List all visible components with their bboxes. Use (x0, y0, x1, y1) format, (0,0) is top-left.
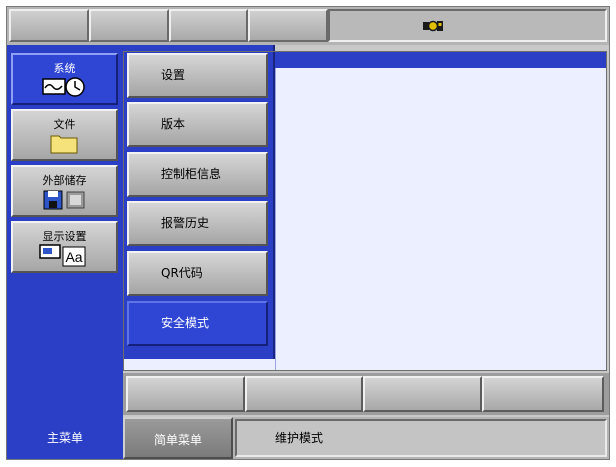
content-area-lower (123, 359, 275, 370)
main-menu-item-file[interactable]: 文件 (11, 109, 118, 161)
main-menu-item-external-storage[interactable]: 外部储存 (11, 165, 118, 217)
top-tab-3[interactable] (169, 9, 248, 42)
top-tab-1[interactable] (9, 9, 89, 42)
robot-status-icon (423, 20, 443, 32)
content-title-bar (275, 51, 606, 68)
main-menu-item-display-settings[interactable]: 显示设置 Aa (11, 221, 118, 273)
folder-icon (50, 135, 78, 154)
external-storage-icon (43, 190, 85, 210)
simple-menu-button[interactable]: 简单菜单 (123, 417, 233, 459)
system-monitor-clock-icon (42, 77, 85, 97)
svg-text:Aa: Aa (65, 249, 82, 265)
top-tab-4[interactable] (248, 9, 328, 42)
main-menu-item-label: 外部储存 (42, 174, 87, 187)
submenu-item-qr-code[interactable]: QR代码 (127, 251, 268, 296)
status-area (328, 9, 607, 42)
function-key-1[interactable] (126, 376, 245, 412)
submenu-panel: 设置 版本 控制柜信息 报警历史 QR代码 安全模式 (123, 45, 275, 359)
main-menu-item-label: 显示设置 (42, 230, 87, 243)
function-key-4[interactable] (482, 376, 604, 412)
function-key-bar (123, 373, 609, 415)
submenu-item-safety-mode[interactable]: 安全模式 (127, 301, 268, 346)
main-menu-item-label: 文件 (53, 118, 76, 131)
submenu-item-controller-info[interactable]: 控制柜信息 (127, 152, 268, 197)
function-key-3[interactable] (363, 376, 482, 412)
bottom-bar: 主菜单 简单菜单 维护模式 (7, 417, 609, 459)
top-tab-2[interactable] (89, 9, 169, 42)
submenu-item-version[interactable]: 版本 (127, 102, 268, 147)
main-menu-panel: 系统 文件 外部储存 显示设置 Aa (7, 45, 123, 419)
main-menu-item-system[interactable]: 系统 (11, 53, 118, 105)
main-menu-item-label: 系统 (53, 62, 76, 75)
submenu-item-alarm-history[interactable]: 报警历史 (127, 201, 268, 246)
pendant-screen: 系统 文件 外部储存 显示设置 Aa 设置 版本 控制柜信息 报警历史 QR代码… (6, 6, 610, 460)
display-settings-icon: Aa (39, 244, 86, 267)
function-key-2[interactable] (245, 376, 363, 412)
main-menu-button[interactable]: 主菜单 (7, 417, 123, 459)
content-area (275, 68, 606, 370)
submenu-item-settings[interactable]: 设置 (127, 53, 268, 98)
top-tab-bar (7, 7, 609, 45)
mode-indicator: 维护模式 (235, 419, 607, 457)
